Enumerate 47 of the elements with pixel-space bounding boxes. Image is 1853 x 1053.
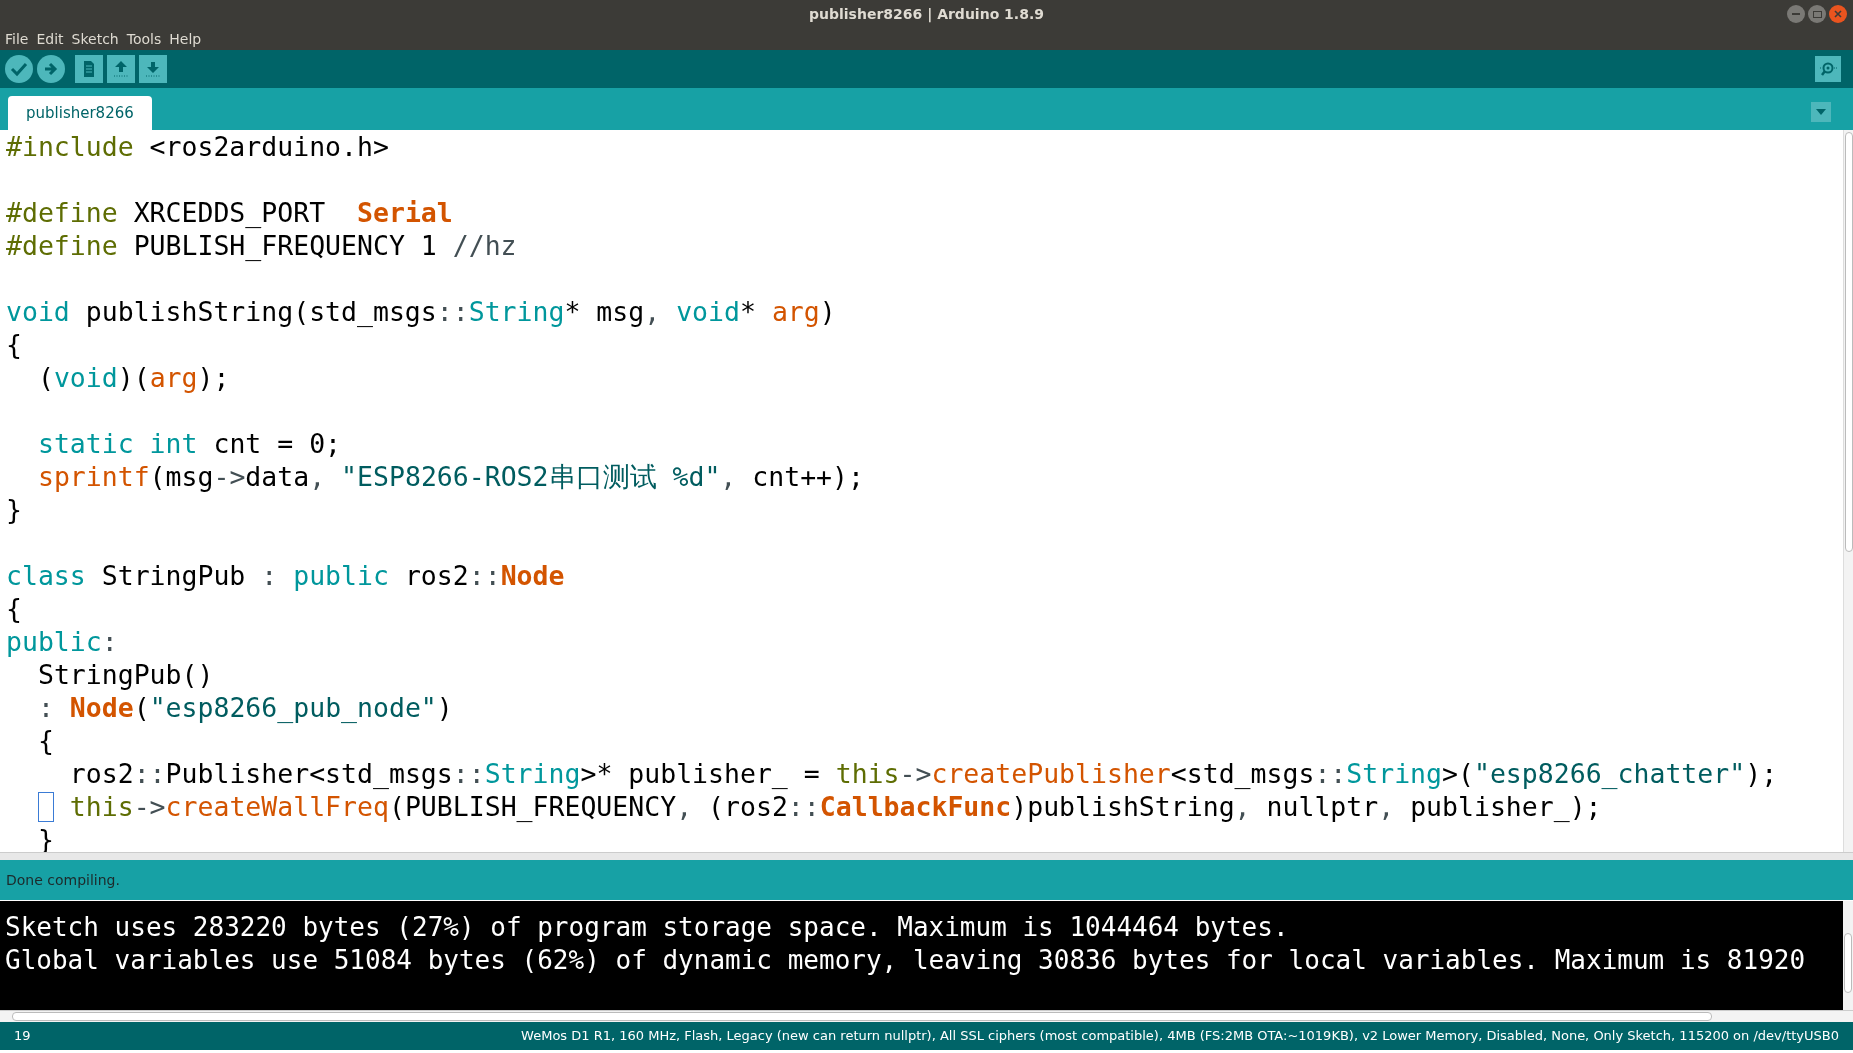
- magnifier-icon: [1819, 61, 1837, 77]
- code-line: : Node("esp8266_pub_node"): [37, 692, 453, 723]
- serial-monitor-button[interactable]: [1815, 56, 1841, 82]
- code-line: class StringPub : public ros2::Node: [6, 560, 565, 591]
- maximize-icon: [1812, 10, 1822, 18]
- verify-button[interactable]: [5, 55, 33, 83]
- code-line: this->createWallFreq(PUBLISH_FREQUENCY, (ros2::CallbackFunc)publishString, nullptr, publisher_);: [69, 791, 1602, 822]
- horizontal-scrollbar[interactable]: [0, 1010, 1853, 1022]
- status-message: Done compiling.: [6, 870, 120, 890]
- code-line: #include <ros2arduino.h>: [6, 131, 389, 162]
- upload-button[interactable]: [37, 55, 65, 83]
- new-button[interactable]: [75, 55, 103, 83]
- line-number: 19: [14, 1027, 31, 1046]
- file-tab[interactable]: publisher8266: [8, 96, 152, 130]
- close-icon: [1834, 10, 1842, 18]
- code-line: {: [37, 725, 54, 756]
- caret-icon: [1816, 109, 1826, 115]
- code-line: #define XRCEDDS_PORT Serial: [6, 197, 453, 228]
- code-line: static int cnt = 0;: [37, 428, 342, 459]
- code-line: }: [6, 494, 22, 525]
- code-line: sprintf(msg->data, "ESP8266-ROS2串口测试 %d", cnt++);: [37, 461, 864, 492]
- vertical-scrollbar[interactable]: [1843, 130, 1853, 852]
- window-title: publisher8266 | Arduino 1.8.9: [809, 4, 1044, 25]
- code-line: (void)(arg);: [37, 362, 230, 393]
- code-line: {: [6, 593, 22, 624]
- menu-item[interactable]: Help: [169, 28, 202, 50]
- menu-item[interactable]: Tools: [126, 28, 162, 50]
- menu-item[interactable]: Sketch: [71, 28, 119, 50]
- close-button[interactable]: [1829, 5, 1847, 23]
- board-info: WeMos D1 R1, 160 MHz, Flash, Legacy (new can return nullptr), All SSL ciphers (most compatible), 4MB (FS:2MB OTA:~1019KB), v2 Lower Memory, Disabled, None, Only Sketch, 115200 on /dev/ttyUSB0: [521, 1027, 1839, 1046]
- minimize-icon: [1792, 13, 1800, 15]
- code-line: ros2::Publisher<std_msgs::String>* publisher_ = this->createPublisher<std_msgs::String>("esp8266_chatter");: [69, 758, 1778, 789]
- code-line: {: [6, 329, 22, 360]
- code-line: void publishString(std_msgs::String* msg, void* arg): [6, 296, 836, 327]
- tab-menu-button[interactable]: [1811, 102, 1831, 122]
- maximize-button[interactable]: [1808, 5, 1826, 23]
- code-line: #define PUBLISH_FREQUENCY 1 //hz: [6, 230, 517, 261]
- open-button[interactable]: [107, 55, 135, 83]
- code-line: StringPub(): [37, 659, 214, 690]
- save-button[interactable]: [139, 55, 167, 83]
- console-line: Sketch uses 283220 bytes (27%) of program storage space. Maximum is 1044464 bytes.: [5, 911, 1290, 944]
- menu-item[interactable]: Edit: [36, 28, 64, 50]
- code-line: public:: [6, 626, 118, 657]
- console-line: Global variables use 51084 bytes (62%) of dynamic memory, leaving 30836 bytes for local variables. Maximum is 81920: [5, 944, 1807, 977]
- minimize-button[interactable]: [1787, 5, 1805, 23]
- console-scrollbar[interactable]: [1843, 901, 1853, 1010]
- menu-item[interactable]: File: [5, 28, 29, 50]
